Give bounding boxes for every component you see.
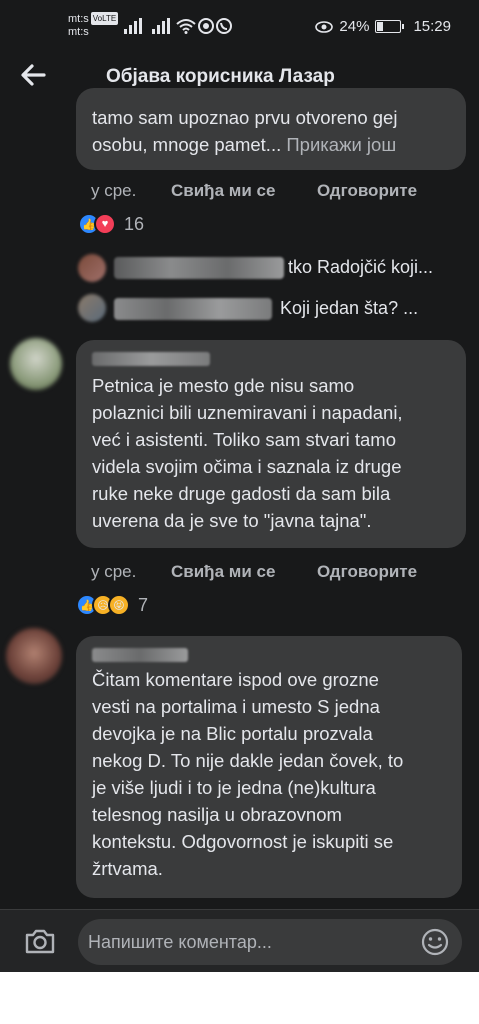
- comment-bubble-1: tamo sam upoznao prvu otvoreno gej osobu…: [76, 88, 466, 170]
- reply-button[interactable]: Одговорите: [317, 562, 417, 582]
- reaction-count: 16: [124, 213, 145, 234]
- reactions-2[interactable]: 👍 😥 😝 7: [76, 594, 148, 616]
- comment-line: kontekstu. Odgovornost je iskupiti se: [92, 831, 394, 852]
- comment-line: Čitam komentare ispod ove grozne: [92, 669, 379, 690]
- comment-line: devojka je na Blic portalu prozvala: [92, 723, 373, 744]
- reactions-1[interactable]: 👍 ♥ 16: [78, 213, 144, 235]
- signal-icon-2: [152, 18, 170, 34]
- comment-line: videla svojim očima i saznala iz druge: [92, 456, 402, 477]
- redacted-author[interactable]: [92, 648, 188, 662]
- reply-preview-2[interactable]: Koji jedan šta? ...: [280, 298, 418, 319]
- reaction-count: 7: [138, 594, 149, 615]
- avatar[interactable]: [6, 628, 62, 684]
- comment-line: vesti na portalima i umesto S jedna: [92, 696, 380, 717]
- show-more-link[interactable]: Прикажи још: [286, 134, 396, 155]
- comment-input[interactable]: Напишите коментар...: [78, 919, 462, 965]
- like-button[interactable]: Свиђа ми се: [171, 181, 317, 201]
- wifi-icon: [176, 19, 196, 34]
- camera-icon[interactable]: [24, 927, 56, 955]
- page-title: Објава корисника Лазар: [106, 66, 335, 87]
- avatar[interactable]: [10, 338, 62, 390]
- arrow-left-icon[interactable]: [18, 60, 48, 90]
- haha-reaction-icon: 😝: [108, 594, 130, 616]
- like-button[interactable]: Свиђа ми се: [171, 562, 317, 582]
- comment-time: у сре.: [91, 181, 137, 200]
- carrier-1: mt:s: [68, 13, 89, 25]
- data-saver-icon: [198, 18, 214, 34]
- comment-line: Petnica je mesto gde nisu samo: [92, 375, 355, 396]
- carrier-info: mt:s VoLTE mt:s: [68, 12, 119, 39]
- comment-line: već i asistenti. Toliko sam stvari tamo: [92, 429, 396, 450]
- avatar[interactable]: [78, 294, 106, 322]
- comment-bubble-2: Petnica je mesto gde nisu samo polaznici…: [76, 340, 466, 548]
- status-bar: mt:s VoLTE mt:s 24% 15:29: [0, 0, 479, 52]
- signal-icon: [124, 18, 142, 34]
- redacted-name: [114, 257, 284, 279]
- comment-line: polaznici bili uznemiravani i napadani,: [92, 402, 403, 423]
- reply-button[interactable]: Одговорите: [317, 181, 417, 201]
- comment-line: telesnog nasilja u obrazovnom: [92, 804, 342, 825]
- app-screen: mt:s VoLTE mt:s 24% 15:29 Објава корисни…: [0, 0, 479, 972]
- comment-actions-1: у сре. Свиђа ми се Одговорите: [91, 181, 417, 201]
- comment-line: žrtvama.: [92, 858, 163, 879]
- redacted-author[interactable]: [92, 352, 210, 366]
- battery-icon: [375, 20, 405, 33]
- comment-line: je više ljudi i to je jedna (ne)kultura: [92, 777, 376, 798]
- smile-icon[interactable]: [420, 927, 450, 957]
- comment-line: uverena da je sve to "javna tajna".: [92, 510, 372, 531]
- redacted-name: [114, 298, 272, 320]
- viber-icon: [216, 18, 232, 34]
- volte-badge: VoLTE: [90, 12, 119, 25]
- eye-icon: [315, 20, 334, 33]
- comment-bubble-3: Čitam komentare ispod ove grozne vesti n…: [76, 636, 462, 898]
- comment-input-placeholder: Напишите коментар...: [88, 932, 272, 952]
- carrier-2: mt:s: [68, 26, 89, 38]
- status-right: 24% 15:29: [315, 18, 451, 35]
- comment-composer: Напишите коментар...: [0, 909, 479, 972]
- comment-actions-2: у сре. Свиђа ми се Одговорите: [91, 562, 417, 582]
- love-reaction-icon: ♥: [94, 213, 116, 235]
- battery-percent: 24%: [339, 18, 370, 35]
- comment-line: ruke neke druge gadosti da sam bila: [92, 483, 391, 504]
- clock: 15:29: [413, 18, 451, 35]
- comment-time: у сре.: [91, 562, 137, 581]
- comment-line: tamo sam upoznao prvu otvoreno gej: [92, 107, 398, 128]
- comment-line-more: osobu, mnoge pamet... Прикажи још: [92, 134, 397, 155]
- reply-preview-1[interactable]: tko Radojčić koji...: [288, 257, 433, 278]
- comment-line: nekog D. To nije dakle jedan čovek, to: [92, 750, 404, 771]
- avatar[interactable]: [78, 254, 106, 282]
